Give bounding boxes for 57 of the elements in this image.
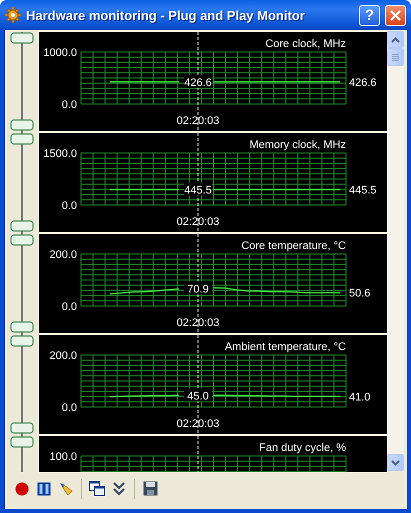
record-icon [15, 482, 29, 496]
axis-label: 200.0 [49, 350, 77, 362]
grip-icon [392, 53, 399, 61]
scroll-up-button[interactable] [387, 31, 404, 48]
current-value: 426.6 [349, 76, 377, 89]
windows-button[interactable] [88, 480, 106, 498]
current-value: 41.0 [349, 391, 370, 404]
close-icon [390, 10, 401, 20]
axis-label: 1000.0 [43, 47, 77, 59]
close-button[interactable] [385, 4, 406, 26]
current-value: 445.5 [349, 184, 377, 197]
brush-icon [58, 480, 74, 496]
resize-handle[interactable] [10, 220, 34, 232]
axis-label: 0.0 [62, 402, 77, 414]
cursor-value: 45.0 [187, 390, 209, 402]
save-button[interactable] [141, 480, 159, 498]
collapse-button[interactable] [110, 480, 128, 498]
cursor-value: 445.5 [184, 184, 212, 197]
axis-label: 0.0 [62, 301, 77, 313]
scroll-thumb[interactable] [387, 48, 404, 66]
cursor-value: 426.6 [184, 76, 212, 89]
window-title: Hardware monitoring - Plug and Play Monitor [26, 8, 306, 22]
resize-handle[interactable] [10, 436, 34, 448]
chevron-down-icon [391, 460, 400, 466]
windows-icon [89, 481, 105, 496]
cursor-time: 02:20:03 [176, 216, 220, 228]
axis-label: 0.0 [62, 99, 77, 111]
resize-handle[interactable] [10, 234, 34, 246]
scroll-down-button[interactable] [387, 454, 404, 471]
help-button[interactable]: ? [359, 4, 380, 26]
resize-handle[interactable] [10, 335, 34, 347]
axis-label: 1500.0 [43, 148, 77, 160]
chart-title: Core clock, MHz [265, 38, 346, 50]
cursor-time: 02:20:03 [176, 115, 220, 127]
axis-label: 0.0 [62, 200, 77, 212]
chart-title: Core temperature, °C [241, 240, 346, 252]
cursor-time: 02:20:03 [176, 418, 220, 430]
resize-handle[interactable] [10, 119, 34, 131]
current-value: 50.6 [349, 288, 370, 300]
resize-handle[interactable] [10, 321, 34, 333]
cursor-time: 02:20:03 [176, 317, 220, 329]
resize-handle[interactable] [10, 32, 34, 44]
resize-handle[interactable] [10, 133, 34, 145]
save-icon [142, 481, 158, 496]
chevron-up-icon [391, 36, 400, 42]
chart-title: Fan duty cycle, % [259, 442, 346, 454]
pause-button[interactable] [35, 480, 53, 498]
cursor-value: 70.9 [187, 283, 209, 296]
double-chevron-icon [112, 481, 126, 496]
pause-icon [37, 482, 51, 496]
app-icon [5, 7, 21, 23]
chart-title: Ambient temperature, °C [224, 341, 346, 353]
resize-handle[interactable] [10, 422, 34, 434]
chart-title: Memory clock, MHz [249, 139, 346, 151]
record-button[interactable] [13, 480, 31, 498]
axis-label: 100.0 [49, 451, 77, 463]
axis-label: 200.0 [49, 249, 77, 261]
